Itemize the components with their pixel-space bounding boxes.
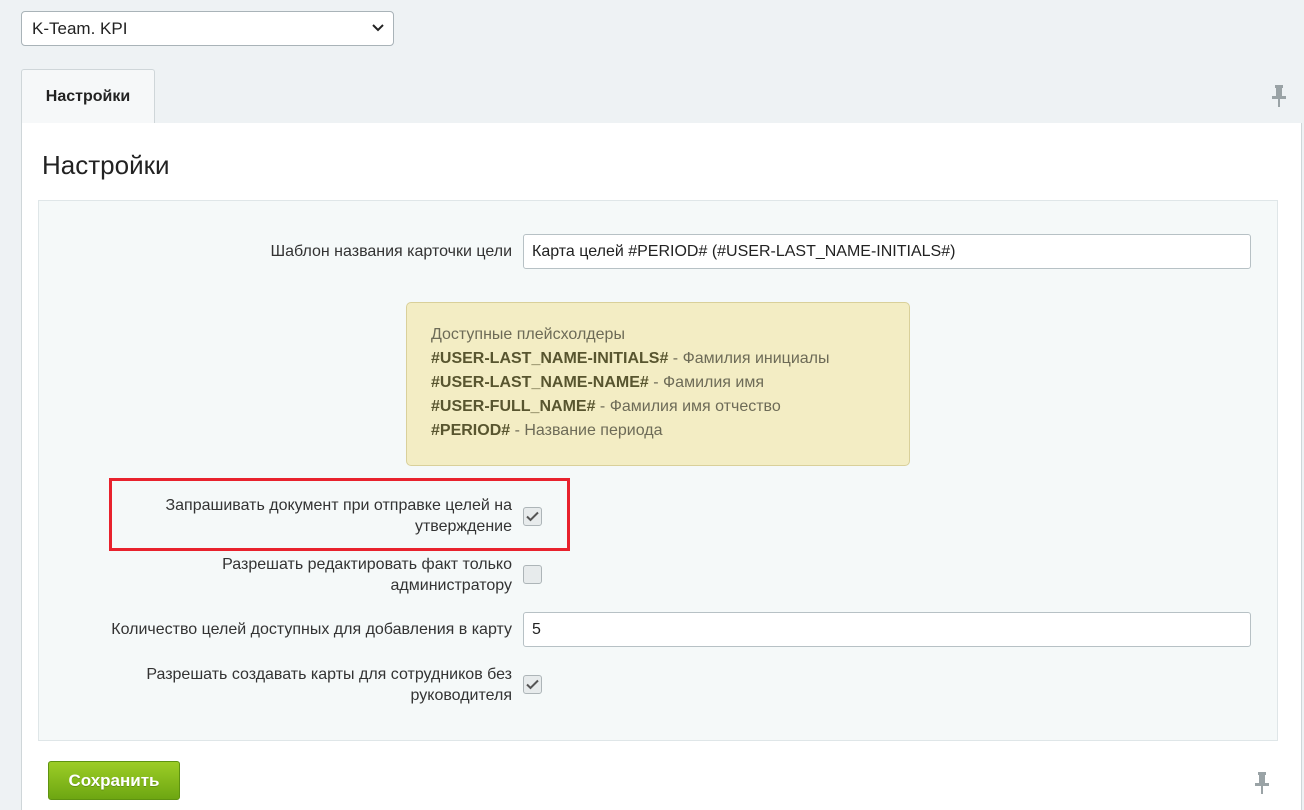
- hint-item: #PERIOD# - Название периода: [431, 422, 663, 439]
- site-select[interactable]: K-Team. KPI: [21, 11, 394, 46]
- site-select-value: K-Team. KPI: [32, 19, 128, 38]
- allow-no-manager-label: Разрешать создавать карты для сотруднико…: [146, 666, 512, 704]
- template-name-input[interactable]: [523, 234, 1251, 269]
- template-field-label: Шаблон названия карточки цели: [270, 243, 512, 260]
- settings-form: [38, 200, 1278, 741]
- placeholders-hint: Доступные плейсхолдеры #USER-LAST_NAME-I…: [406, 302, 910, 466]
- save-button[interactable]: Сохранить: [48, 761, 180, 800]
- checkmark-icon: [526, 679, 539, 690]
- page-title: Настройки: [42, 150, 170, 180]
- pin-icon[interactable]: [1255, 772, 1269, 794]
- chevron-down-icon: [372, 24, 384, 32]
- tab-settings[interactable]: Настройки: [21, 69, 155, 123]
- admin-edit-fact-checkbox[interactable]: [523, 565, 542, 584]
- goals-count-label: Количество целей доступных для добавлени…: [111, 621, 512, 638]
- hint-item: #USER-LAST_NAME-INITIALS# - Фамилия иниц…: [431, 350, 830, 367]
- allow-no-manager-checkbox[interactable]: [523, 675, 542, 694]
- admin-edit-fact-label: Разрешать редактировать факт только адми…: [222, 556, 512, 594]
- hint-item: #USER-LAST_NAME-NAME# - Фамилия имя: [431, 374, 764, 391]
- hint-item: #USER-FULL_NAME# - Фамилия имя отчество: [431, 398, 781, 415]
- goals-count-input[interactable]: [523, 612, 1251, 647]
- tab-bar: Настройки: [21, 69, 1302, 124]
- highlight-frame: [109, 478, 570, 551]
- pin-icon[interactable]: [1272, 85, 1286, 107]
- hint-title: Доступные плейсхолдеры: [431, 326, 625, 343]
